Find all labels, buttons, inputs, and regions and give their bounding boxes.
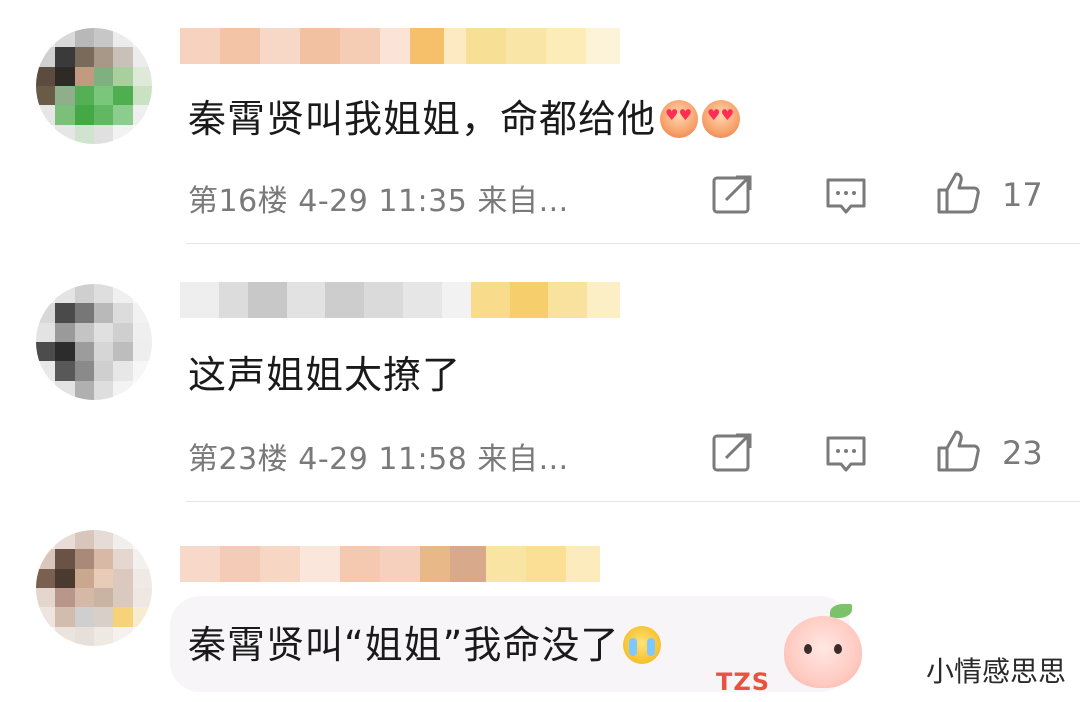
- like-thumb-icon[interactable]: [936, 428, 980, 472]
- username-blurred[interactable]: [180, 546, 620, 582]
- comment-item: 秦霄贤叫“姐姐”我命没了: [0, 502, 1080, 702]
- comment-reply-icon[interactable]: [824, 432, 868, 476]
- comment-reply-icon[interactable]: [824, 174, 868, 218]
- comment-item: 秦霄贤叫我姐姐，命都给他 第16楼 4-29 11:35 来自… 17: [0, 0, 1080, 244]
- timestamp: 4-29 11:58: [298, 442, 468, 477]
- share-icon[interactable]: [710, 430, 754, 474]
- avatar[interactable]: [36, 28, 152, 144]
- username-blurred[interactable]: [180, 282, 620, 318]
- avatar[interactable]: [36, 284, 152, 400]
- username-blurred[interactable]: [180, 28, 620, 64]
- floor-number: 第16楼: [188, 184, 289, 219]
- source-link[interactable]: 来自…: [477, 184, 569, 219]
- heart-eyes-face-icon: [660, 100, 699, 138]
- like-thumb-icon[interactable]: [936, 170, 980, 214]
- timestamp: 4-29 11:35: [298, 184, 468, 219]
- comment-meta: 第23楼 4-29 11:58 来自…: [188, 434, 569, 478]
- source-link[interactable]: 来自…: [477, 442, 569, 477]
- watermark: 小情感思思: [925, 655, 1066, 688]
- comment-text: 这声姐姐太撩了: [188, 344, 461, 399]
- peach-sticker-icon: [784, 616, 862, 688]
- like-count: 23: [1002, 434, 1043, 472]
- floor-number: 第23楼: [188, 442, 289, 477]
- comment-text: 秦霄贤叫“姐姐”我命没了: [188, 614, 662, 669]
- comment-text-content: 秦霄贤叫“姐姐”我命没了: [188, 623, 620, 667]
- like-count: 17: [1002, 176, 1043, 214]
- comment-text-content: 这声姐姐太撩了: [188, 353, 462, 397]
- share-icon[interactable]: [710, 172, 754, 216]
- comment-text: 秦霄贤叫我姐姐，命都给他: [188, 88, 741, 143]
- crying-face-icon: [623, 626, 662, 664]
- comment-text-content: 秦霄贤叫我姐姐，命都给他: [188, 97, 657, 141]
- sticker-label: TZS: [716, 668, 771, 696]
- comment-meta: 第16楼 4-29 11:35 来自…: [188, 176, 569, 220]
- avatar[interactable]: [36, 530, 152, 646]
- heart-eyes-face-icon: [702, 100, 741, 138]
- comment-item: 这声姐姐太撩了 第23楼 4-29 11:58 来自… 23: [0, 244, 1080, 502]
